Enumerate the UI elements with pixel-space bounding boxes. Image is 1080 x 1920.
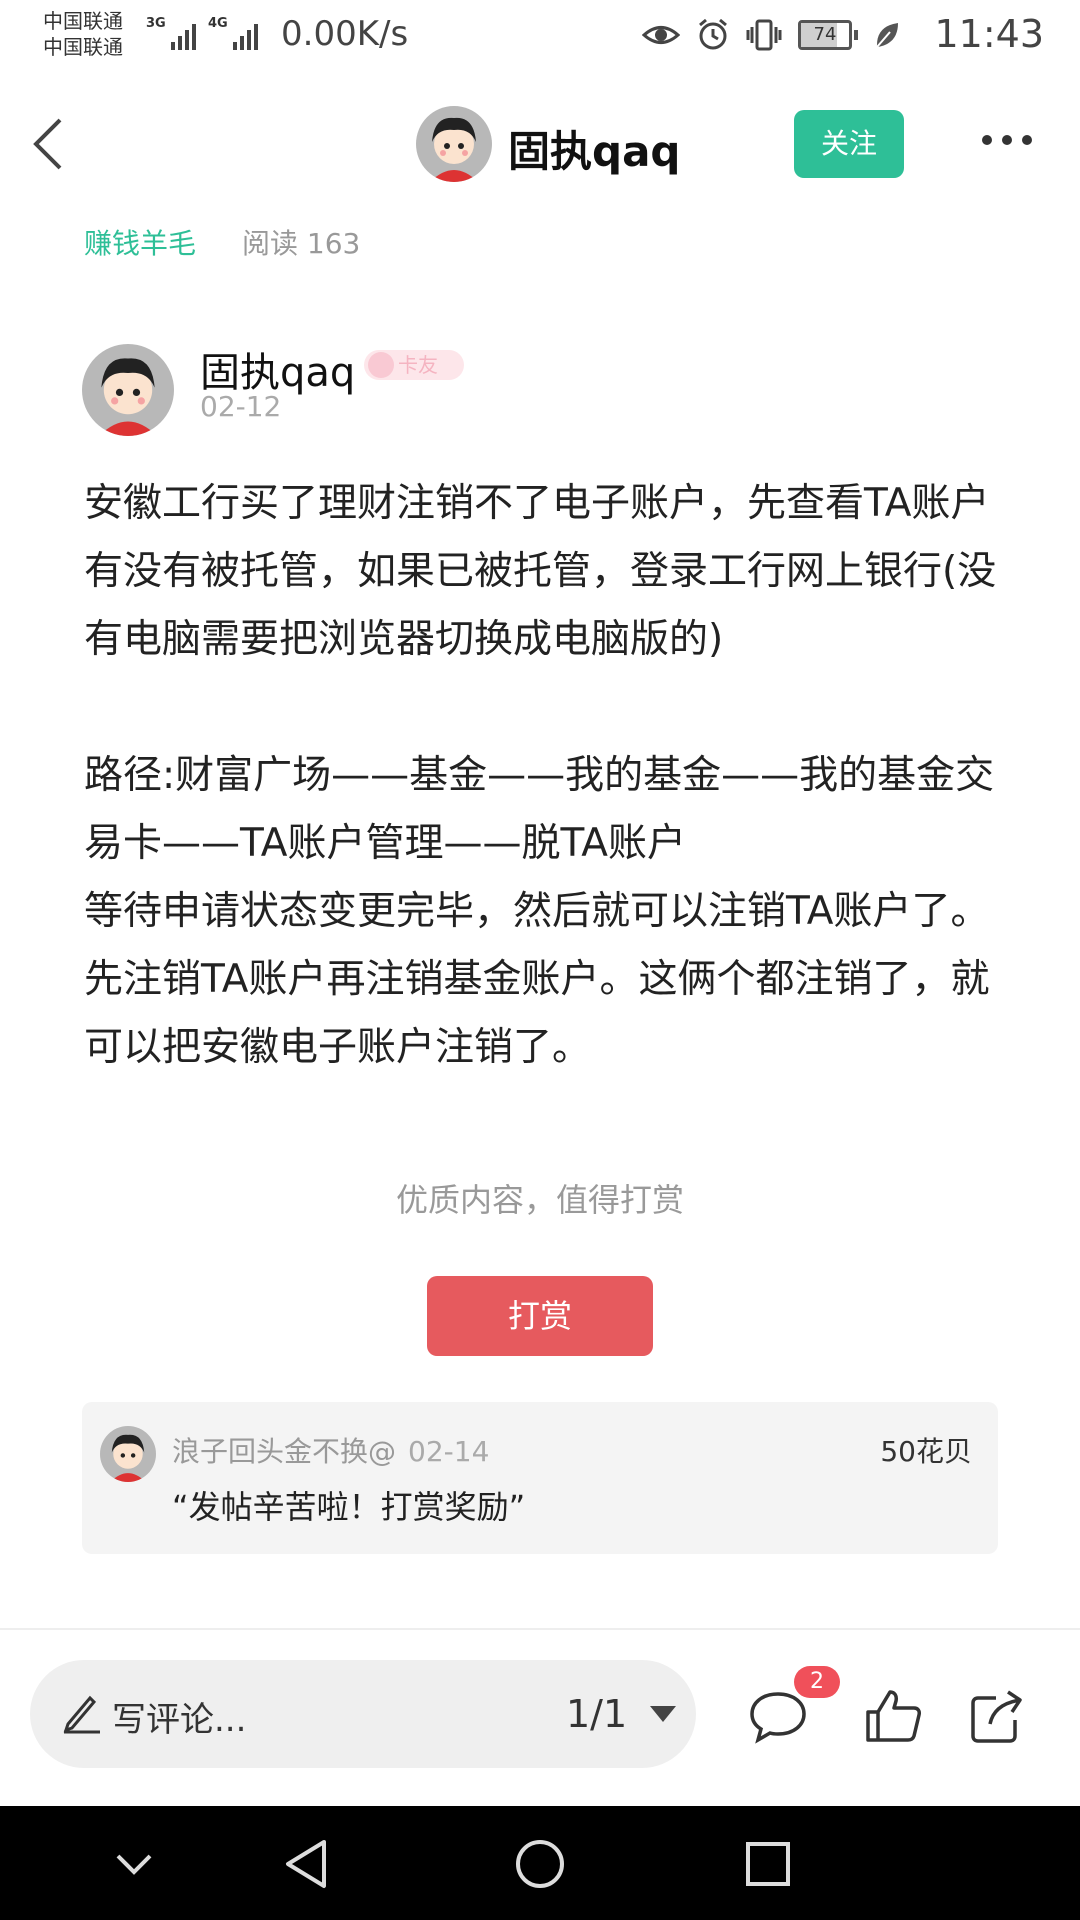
carrier-labels: 中国联通 中国联通 xyxy=(43,8,123,60)
page-indicator[interactable]: 1/1 xyxy=(566,1692,627,1736)
pencil-icon xyxy=(63,1695,100,1734)
thumbs-up-icon[interactable] xyxy=(864,1688,924,1744)
header-author-name[interactable]: 固执qaq xyxy=(508,118,680,179)
post-paragraph: 等待申请状态变更完毕，然后就可以注销TA账户了。先注销TA账户再注销基金账户。这… xyxy=(84,889,990,1070)
leaf-icon xyxy=(876,23,898,48)
status-bar: 中国联通 中国联通 3G 4G 0.00K/s 74 11:43 xyxy=(0,0,1080,78)
post-meta: 赚钱羊毛 阅读 163 xyxy=(84,222,360,262)
reward-user: 浪子回头金不换@ 02-14 xyxy=(172,1430,489,1470)
category-link[interactable]: 赚钱羊毛 xyxy=(84,222,196,262)
alarm-icon xyxy=(699,18,727,50)
comment-input[interactable]: 写评论... 1/1 xyxy=(30,1660,696,1768)
post-date: 02-12 xyxy=(200,390,282,423)
clock: 11:43 xyxy=(934,12,1044,56)
signal-3g-icon: 3G xyxy=(146,16,196,50)
divider xyxy=(0,1628,1080,1630)
reward-user-name[interactable]: 浪子回头金不换@ xyxy=(172,1435,396,1468)
back-icon[interactable] xyxy=(28,114,68,174)
post-paragraph: 路径:财富广场——基金——我的基金——我的基金交易卡——TA账户管理——脱TA账… xyxy=(84,753,995,866)
reward-record: 浪子回头金不换@ 02-14 50花贝 “发帖辛苦啦！打赏奖励” xyxy=(82,1402,998,1554)
nav-back-icon[interactable] xyxy=(274,1830,342,1898)
post-paragraph: 安徽工行买了理财注销不了电子账户，先查看TA账户有没有被托管，如果已被托管，登录… xyxy=(84,481,997,662)
avatar-illustration xyxy=(416,106,492,182)
signal-4g-icon: 4G xyxy=(208,16,258,50)
status-icons: 74 xyxy=(642,18,900,52)
network-speed: 0.00K/s xyxy=(281,14,409,54)
reward-date: 02-14 xyxy=(408,1435,490,1468)
avatar-illustration xyxy=(82,344,174,436)
top-bar: 固执qaq 关注 xyxy=(0,90,1080,200)
post-content: 安徽工行买了理财注销不了电子账户，先查看TA账户有没有被托管，如果已被托管，登录… xyxy=(84,470,1004,1082)
vibrate-icon xyxy=(746,19,782,51)
reward-button[interactable]: 打赏 xyxy=(427,1276,653,1356)
badge-label: 卡友 xyxy=(398,353,438,377)
author-avatar[interactable] xyxy=(82,344,174,436)
reward-amount: 50花贝 xyxy=(880,1435,972,1468)
avatar-illustration xyxy=(100,1426,156,1482)
battery-icon: 74 xyxy=(798,20,858,50)
header-avatar[interactable] xyxy=(416,106,492,182)
reward-message: “发帖辛苦啦！打赏奖励” xyxy=(172,1488,526,1526)
net-type-2: 4G xyxy=(208,16,228,31)
share-icon[interactable] xyxy=(968,1688,1028,1744)
chevron-down-icon[interactable] xyxy=(100,1830,168,1898)
carrier-2: 中国联通 xyxy=(43,35,123,59)
reward-hint: 优质内容，值得打赏 xyxy=(395,1181,684,1219)
nav-home-icon[interactable] xyxy=(506,1830,574,1898)
nav-recent-icon[interactable] xyxy=(734,1830,802,1898)
eye-icon xyxy=(642,26,680,44)
battery-level: 74 xyxy=(813,24,837,45)
user-badge: 卡友 xyxy=(364,350,464,380)
more-icon[interactable] xyxy=(982,135,1032,145)
net-type-1: 3G xyxy=(146,16,166,31)
comment-placeholder: 写评论... xyxy=(112,1700,247,1740)
carrier-1: 中国联通 xyxy=(43,9,123,33)
comment-icon[interactable] xyxy=(748,1688,808,1744)
crown-icon xyxy=(368,352,394,378)
reward-user-avatar[interactable] xyxy=(100,1426,156,1482)
comment-count-badge: 2 xyxy=(794,1666,840,1698)
read-count: 阅读 163 xyxy=(242,227,361,260)
dropdown-arrow-icon[interactable] xyxy=(650,1706,676,1722)
system-nav-bar xyxy=(0,1806,1080,1920)
follow-button[interactable]: 关注 xyxy=(794,110,904,178)
